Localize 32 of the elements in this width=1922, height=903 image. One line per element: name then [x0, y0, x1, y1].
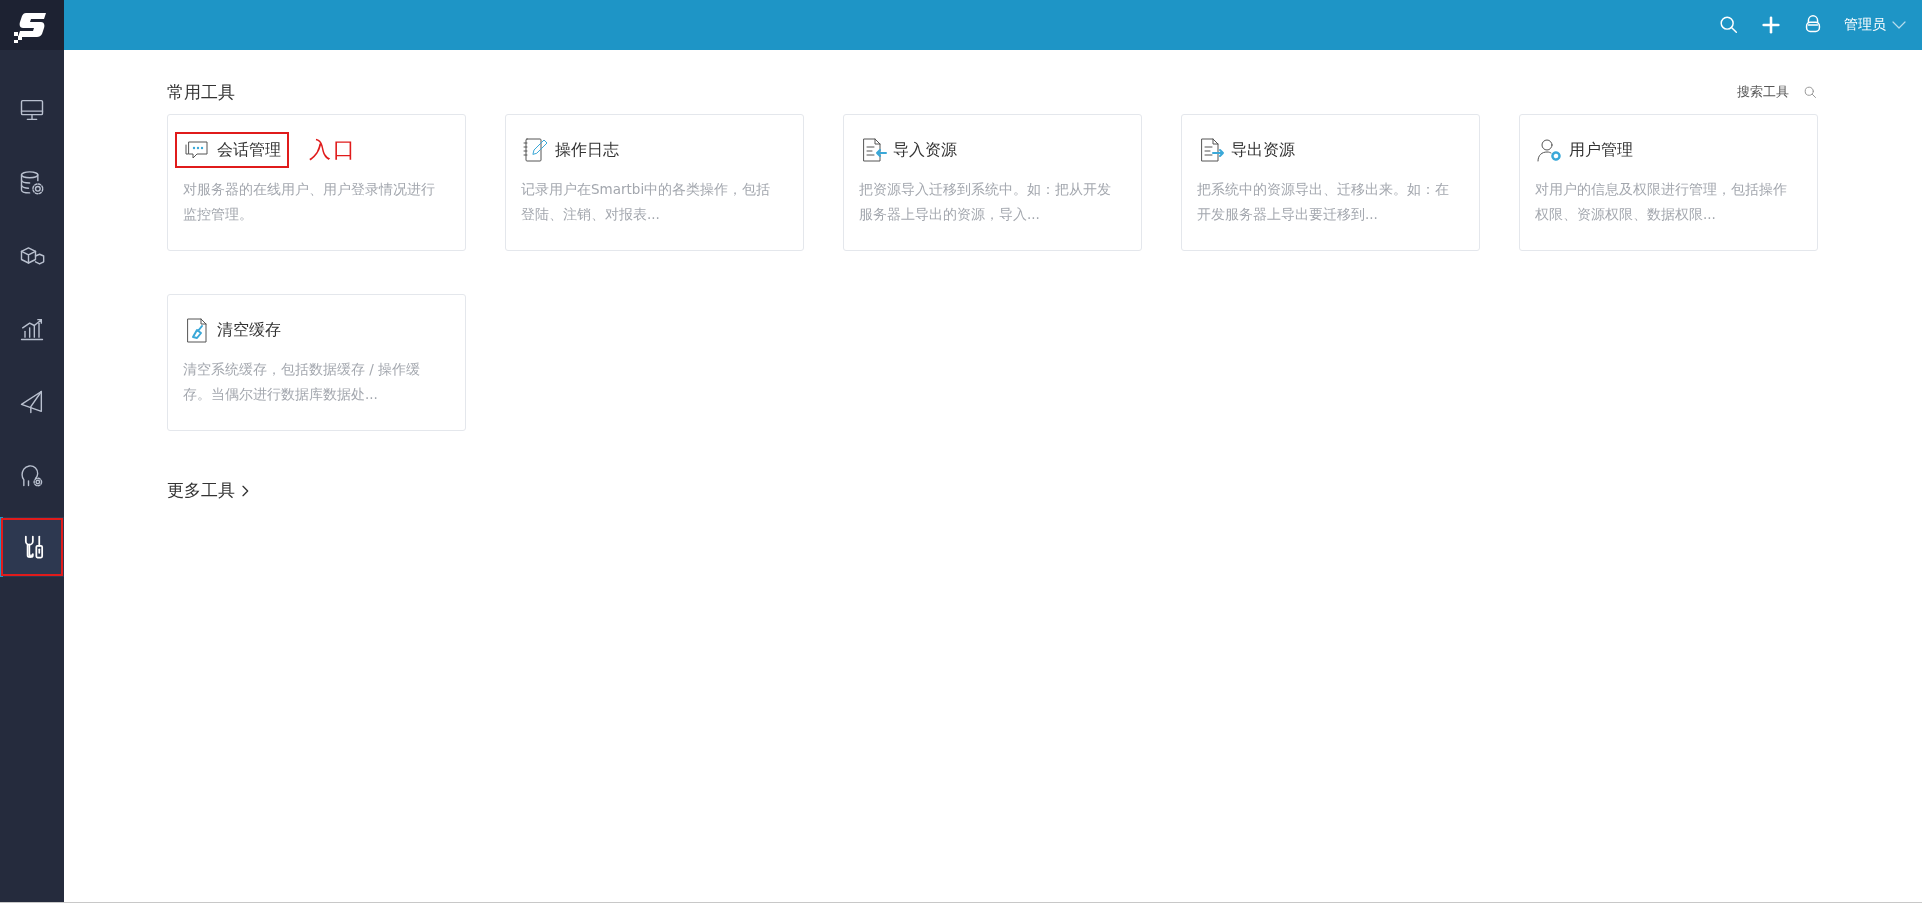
tool-description: 对用户的信息及权限进行管理，包括操作权限、资源权限、数据权限...: [1535, 180, 1788, 224]
tool-description: 清空系统缓存，包括数据缓存 / 操作缓存。当偶尔进行数据库数据处...: [183, 360, 422, 404]
search-icon: [1803, 84, 1818, 100]
tool-title: 会话管理: [217, 139, 281, 161]
tool-description: 把系统中的资源导出、迁移出来。如：在开发服务器上导出要迁移到...: [1197, 180, 1450, 224]
tool-description: 对服务器的在线用户、用户登录情况进行监控管理。: [183, 180, 436, 224]
sidebar-nav-item[interactable]: [0, 517, 64, 577]
more-tools-link[interactable]: 更多工具: [167, 479, 253, 502]
tool-title: 导入资源: [893, 139, 957, 161]
tool-title: 操作日志: [555, 139, 619, 161]
notebook-pencil-icon: [521, 136, 549, 164]
tool-description: 把资源导入迁移到系统中。如：把从开发服务器上导出的资源，导入...: [859, 180, 1112, 224]
tool-card[interactable]: 导出资源 把系统中的资源导出、迁移出来。如：在开发服务器上导出要迁移到...: [1181, 114, 1480, 251]
tool-title: 清空缓存: [217, 319, 281, 341]
tool-title: 用户管理: [1569, 139, 1633, 161]
user-gear-icon: [1535, 136, 1563, 164]
tool-card[interactable]: 导入资源 把资源导入迁移到系统中。如：把从开发服务器上导出的资源，导入...: [843, 114, 1142, 251]
tool-card[interactable]: 清空缓存 清空系统缓存，包括数据缓存 / 操作缓存。当偶尔进行数据库数据处...: [167, 294, 466, 431]
search-button[interactable]: [1803, 84, 1818, 100]
tool-description: 记录用户在Smartbi中的各类操作，包括登陆、注销、对报表...: [521, 180, 772, 224]
tool-title: 导出资源: [1231, 139, 1295, 161]
database-gear-icon: [18, 168, 46, 197]
tool-card[interactable]: 用户管理 对用户的信息及权限进行管理，包括操作权限、资源权限、数据权限...: [1519, 114, 1818, 251]
plus-icon: [1760, 14, 1782, 36]
search-tools-label[interactable]: 搜索工具: [1737, 83, 1789, 101]
search-button[interactable]: [1718, 14, 1740, 36]
annotation-label: 入口: [309, 136, 357, 164]
tool-card[interactable]: 会话管理 入口 对服务器的在线用户、用户登录情况进行监控管理。: [167, 114, 466, 251]
section-title: 常用工具: [167, 80, 235, 104]
tool-card[interactable]: 操作日志 记录用户在Smartbi中的各类操作，包括登陆、注销、对报表...: [505, 114, 804, 251]
add-button[interactable]: [1760, 14, 1782, 36]
search-icon: [1718, 14, 1740, 36]
